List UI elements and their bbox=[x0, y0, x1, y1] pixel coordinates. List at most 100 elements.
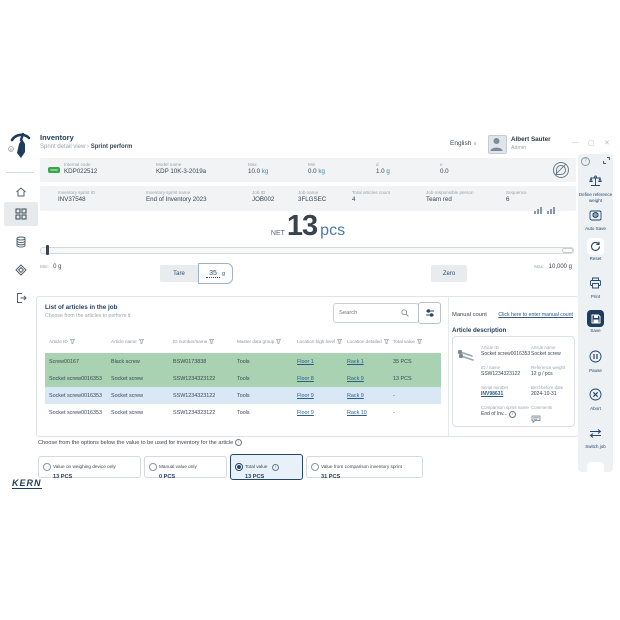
info-icon[interactable]: i bbox=[235, 439, 242, 446]
desc-field: Comments bbox=[531, 405, 552, 428]
sprint-field: Total articles count4 bbox=[352, 190, 390, 203]
help-icon[interactable]: ? bbox=[581, 157, 590, 166]
net-unit: pcs bbox=[320, 222, 345, 240]
zero-button[interactable]: Zero bbox=[431, 265, 467, 282]
manual-count-link[interactable]: Click here to enter manual count bbox=[452, 312, 573, 318]
expand-panel-icon[interactable] bbox=[603, 157, 610, 164]
options-row: Value on weighing device only13 PCS Manu… bbox=[38, 454, 423, 480]
tare-input[interactable] bbox=[206, 270, 220, 278]
home-icon bbox=[15, 186, 27, 198]
auto-save-button[interactable]: Auto Save bbox=[578, 208, 613, 232]
articles-subtitle: Choose from the articles to perform it bbox=[45, 313, 130, 319]
column-header: ID number/name bbox=[173, 339, 237, 344]
maximize-button[interactable]: ▢ bbox=[588, 139, 595, 147]
net-label: NET bbox=[271, 230, 285, 237]
location-link[interactable]: Floor 8 bbox=[297, 376, 314, 382]
option-manual-value-only[interactable]: Manual value only0 PCS bbox=[144, 456, 227, 478]
sidebar-item-logout[interactable] bbox=[4, 286, 38, 310]
location-link[interactable]: Floor 1 bbox=[297, 359, 314, 365]
sprint-field: Job IDJOB002 bbox=[252, 190, 274, 203]
database-icon bbox=[15, 236, 27, 248]
column-header: Total value bbox=[393, 339, 441, 344]
tare-button[interactable]: Tare bbox=[160, 265, 198, 282]
filter-funnel-icon[interactable] bbox=[209, 339, 214, 344]
column-header: Location high level bbox=[297, 339, 347, 344]
breadcrumb: Sprint detail view › Sprint perform bbox=[40, 144, 132, 150]
location-link[interactable]: Rack 9 bbox=[347, 393, 364, 399]
column-header: Article ID bbox=[45, 339, 111, 344]
close-button[interactable]: ✕ bbox=[604, 139, 610, 147]
breadcrumb-parent[interactable]: Sprint detail view bbox=[40, 144, 85, 150]
radio-checked-icon bbox=[235, 463, 243, 471]
pause-button[interactable]: Pause bbox=[578, 350, 613, 374]
reset-button[interactable]: Reset bbox=[578, 238, 613, 262]
desc-field: Article nameSocket screw bbox=[531, 345, 561, 357]
header: Inventory Sprint detail view › Sprint pe… bbox=[40, 132, 612, 158]
location-link[interactable]: Floor 9 bbox=[297, 410, 314, 416]
search-icon bbox=[401, 309, 409, 317]
location-link[interactable]: Rack 1 bbox=[347, 359, 364, 365]
user-role: Admin bbox=[511, 145, 526, 151]
sidebar-item-apps[interactable] bbox=[4, 202, 38, 226]
filter-funnel-icon[interactable] bbox=[139, 339, 144, 344]
location-link[interactable]: Rack 9 bbox=[347, 376, 364, 382]
option-comparison-sprint-value[interactable]: Value from comparison inventory sprint31… bbox=[306, 456, 423, 478]
filter-funnel-icon[interactable] bbox=[417, 339, 422, 344]
sprint-field: Inventory sprint nameEnd of Inventory 20… bbox=[146, 190, 207, 203]
language-label: English bbox=[450, 140, 471, 147]
desc-field: Article IDSocket screw0016353 bbox=[481, 345, 530, 357]
net-value: 13 bbox=[287, 210, 317, 243]
table-row-selected[interactable]: Socket screw0016353Socket screw SSW12343… bbox=[45, 387, 441, 404]
hands-free-status-icon[interactable] bbox=[553, 162, 569, 178]
option-total-value[interactable]: Total value i13 PCS bbox=[230, 454, 303, 480]
apps-grid-icon bbox=[15, 208, 27, 220]
info-icon[interactable]: i bbox=[272, 464, 279, 471]
table-row[interactable]: Screw00167Black screw BSW0173838Tools Fl… bbox=[45, 353, 441, 370]
table-row[interactable]: Socket screw0016353Socket screw SSW12343… bbox=[45, 404, 441, 421]
location-link[interactable]: Rack 10 bbox=[347, 410, 367, 416]
sprint-field: Inventory sprint IDINV37548 bbox=[58, 190, 95, 203]
location-link[interactable]: Floor 9 bbox=[297, 393, 314, 399]
action-toolbar: ? Define reference weight Auto Save Rese… bbox=[578, 154, 613, 472]
table-row[interactable]: Socket screw0016353Socket screw SSW12343… bbox=[45, 370, 441, 387]
search-input[interactable] bbox=[337, 309, 401, 317]
filter-funnel-icon[interactable] bbox=[276, 339, 281, 344]
breadcrumb-current: Sprint perform bbox=[91, 144, 133, 150]
sidebar-item-settings[interactable] bbox=[4, 258, 38, 282]
settings-icon bbox=[15, 264, 27, 276]
device-field: e 0.0 bbox=[440, 162, 449, 175]
filter-funnel-icon[interactable] bbox=[337, 339, 342, 344]
sidebar-item-database[interactable] bbox=[4, 230, 38, 254]
minimize-button[interactable]: — bbox=[572, 139, 579, 146]
toolbar-overflow-button[interactable] bbox=[578, 462, 613, 472]
comment-icon[interactable] bbox=[531, 415, 541, 423]
max-value: 10,000 g bbox=[549, 264, 572, 270]
filter-funnel-icon[interactable] bbox=[384, 339, 389, 344]
article-description-title: Article description bbox=[452, 327, 506, 334]
abort-button[interactable]: Abort bbox=[578, 388, 613, 412]
sprint-info-bar: Inventory sprint IDINV37548 Inventory sp… bbox=[40, 186, 576, 211]
table-header-row: Article ID Article name ID number/name M… bbox=[45, 339, 441, 344]
define-reference-weight-button[interactable]: Define reference weight bbox=[578, 174, 613, 203]
column-header: Location detailed bbox=[347, 339, 393, 344]
option-weighing-device-only[interactable]: Value on weighing device only13 PCS bbox=[38, 456, 141, 478]
logout-icon bbox=[15, 292, 27, 304]
switch-job-button[interactable]: Switch job bbox=[578, 426, 613, 450]
filter-button[interactable] bbox=[418, 302, 441, 324]
serial-number-link[interactable]: INV98631 bbox=[481, 391, 508, 397]
language-selector[interactable]: English ∨ bbox=[450, 140, 477, 147]
sidebar-item-home[interactable] bbox=[4, 180, 38, 204]
save-button[interactable]: Save bbox=[578, 310, 613, 334]
net-weight-display: NET 13 pcs bbox=[40, 210, 576, 246]
device-field: Min 0.0 kg bbox=[308, 162, 325, 175]
avatar[interactable] bbox=[488, 135, 507, 154]
panel-divider bbox=[448, 297, 449, 436]
device-field: Model nameKDP 10K-3-2019a bbox=[156, 162, 206, 175]
info-icon[interactable]: i bbox=[509, 411, 516, 418]
min-value: 0 g bbox=[53, 264, 61, 270]
easytouch-hand-logo: R bbox=[7, 132, 35, 164]
print-button[interactable]: Print bbox=[578, 276, 613, 300]
weight-range-slider bbox=[40, 247, 574, 254]
print-icon bbox=[589, 277, 602, 289]
filter-funnel-icon[interactable] bbox=[70, 339, 75, 344]
